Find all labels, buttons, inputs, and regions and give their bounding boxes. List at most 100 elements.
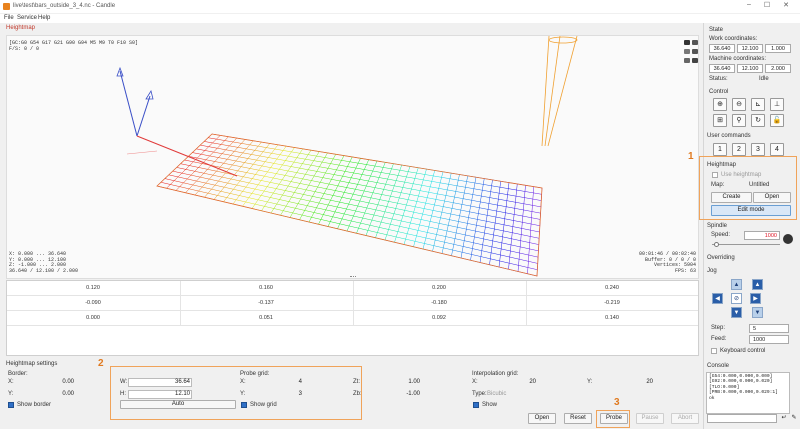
mesh-line (427, 232, 437, 235)
spindle-header[interactable]: Spindle (707, 223, 727, 229)
reset-button[interactable]: Reset (564, 413, 592, 424)
abort-button[interactable]: Abort (671, 413, 699, 424)
table-cell[interactable]: 0.120 (7, 285, 179, 291)
zoom-out-icon[interactable]: ⊖ (732, 98, 746, 111)
mesh-line (344, 171, 354, 174)
zero-xy-icon[interactable]: ⊾ (751, 98, 765, 111)
close-icon[interactable]: ✕ (779, 1, 793, 11)
mesh-line (402, 187, 412, 190)
mesh-line (267, 201, 277, 205)
mesh-line (437, 228, 448, 232)
step-select[interactable]: 5 (749, 324, 789, 333)
mesh-line (279, 199, 289, 202)
mesh-line (267, 171, 277, 174)
mesh-line (507, 194, 517, 197)
spindle-toggle-icon[interactable] (783, 234, 793, 244)
mesh-line (359, 179, 369, 182)
mesh-line (207, 192, 218, 196)
type-select[interactable]: Bicubic (487, 391, 506, 397)
user-commands-header[interactable]: User commands (707, 133, 751, 139)
console-output[interactable]: [G54:0.000,0.000,0.000] [G92:0.000,0.000… (706, 372, 790, 414)
open-button[interactable]: Open (528, 413, 556, 424)
table-cell[interactable]: -0.219 (526, 300, 698, 306)
keyboard-control-checkbox[interactable] (711, 348, 717, 354)
menu-file[interactable]: File (4, 15, 14, 21)
jog-x-plus-button[interactable]: ▶ (750, 293, 761, 304)
table-cell[interactable]: -0.137 (180, 300, 352, 306)
table-cell[interactable]: 0.051 (180, 315, 352, 321)
minimize-icon[interactable]: – (742, 1, 756, 11)
mesh-line (438, 188, 448, 191)
mesh-line (457, 226, 467, 230)
user-command-3-button[interactable]: 3 (751, 143, 765, 156)
probe-icon[interactable]: ⚲ (732, 114, 746, 127)
mesh-line (418, 195, 428, 198)
jog-stop-button[interactable]: ⊘ (731, 293, 742, 304)
splitter-handle[interactable] (350, 276, 356, 278)
mesh-line (405, 238, 416, 242)
user-command-4-button[interactable]: 4 (770, 143, 784, 156)
mesh-line (266, 147, 275, 150)
mesh-line (410, 222, 420, 226)
zoom-in-icon[interactable]: ⊕ (713, 98, 727, 111)
heightmap-table[interactable]: 0.120 0.160 0.200 0.240 -0.090 -0.137 -0… (6, 280, 699, 356)
pause-button[interactable]: Pause (636, 413, 664, 424)
table-cell[interactable]: 0.092 (353, 315, 525, 321)
heightmap-view[interactable]: [GC:G0 G54 G17 G21 G90 G94 M5 M9 T0 F10 … (6, 35, 699, 279)
mesh-line (316, 207, 326, 211)
table-cell[interactable]: 0.000 (7, 315, 179, 321)
interp-x-value[interactable]: 20 (480, 379, 536, 385)
table-cell[interactable]: 0.200 (353, 285, 525, 291)
clear-icon[interactable]: ✎ (790, 414, 798, 423)
jog-header[interactable]: Jog (707, 268, 717, 274)
mesh-line (283, 210, 293, 214)
menu-help[interactable]: Help (38, 15, 50, 21)
menu-service[interactable]: Service (17, 15, 37, 21)
menu-bar: File Service Help (0, 14, 800, 23)
mesh-line (375, 209, 385, 213)
zt-value[interactable]: 1.00 (360, 379, 420, 385)
jog-y-minus-button[interactable]: ▼ (731, 307, 742, 318)
send-icon[interactable]: ↵ (780, 414, 788, 423)
jog-x-minus-button[interactable]: ◀ (712, 293, 723, 304)
table-cell[interactable]: 0.140 (526, 315, 698, 321)
table-cell[interactable]: 0.240 (526, 285, 698, 291)
feed-select[interactable]: 1000 (749, 335, 789, 344)
user-command-2-button[interactable]: 2 (732, 143, 746, 156)
mesh-line (472, 248, 482, 251)
user-command-1-button[interactable]: 1 (713, 143, 727, 156)
jog-z-plus-button[interactable]: ▲ (752, 279, 763, 290)
jog-y-plus-button[interactable]: ▲ (731, 279, 742, 290)
table-cell[interactable]: -0.180 (353, 300, 525, 306)
unlock-icon[interactable]: 🔓 (770, 114, 784, 127)
show-interp-checkbox[interactable] (473, 402, 479, 408)
mesh-line (477, 219, 487, 222)
zero-z-icon[interactable]: ⊥ (770, 98, 784, 111)
mesh-line (372, 170, 382, 173)
speed-slider-handle[interactable] (714, 242, 719, 247)
table-cell[interactable]: -0.090 (7, 300, 179, 306)
jog-z-minus-button[interactable]: ▼ (752, 307, 763, 318)
zb-value[interactable]: -1.00 (360, 391, 420, 397)
mesh-line (464, 240, 474, 243)
mesh-line (368, 202, 378, 205)
mesh-line (390, 223, 400, 227)
mesh-line (383, 167, 392, 170)
home-icon[interactable]: ⊞ (713, 114, 727, 127)
mesh-line (285, 190, 295, 193)
mesh-line (510, 250, 520, 254)
mesh-line (531, 217, 541, 220)
speed-value[interactable]: 1000 (744, 231, 780, 240)
border-y-value: 0.00 (62, 391, 74, 397)
show-border-checkbox[interactable] (8, 402, 14, 408)
overriding-header[interactable]: Overriding (707, 255, 735, 261)
mesh-line (381, 172, 390, 175)
interp-y-value[interactable]: 20 (595, 379, 653, 385)
speed-slider[interactable] (712, 244, 780, 245)
mesh-line (213, 151, 223, 154)
table-cell[interactable]: 0.160 (180, 285, 352, 291)
mesh-line (522, 215, 532, 219)
reset-icon[interactable]: ↻ (751, 114, 765, 127)
maximize-icon[interactable]: ☐ (760, 1, 774, 11)
console-command-input[interactable] (707, 414, 777, 423)
